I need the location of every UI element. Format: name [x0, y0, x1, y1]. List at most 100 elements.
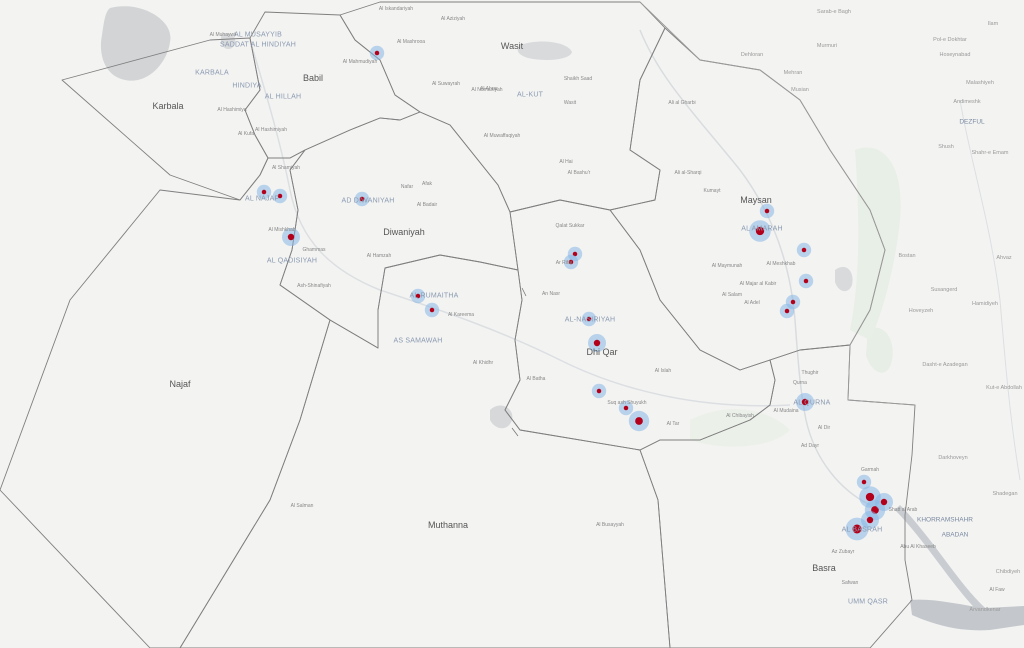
region-label-muthanna: Muthanna: [427, 520, 469, 530]
hotspot-core: [374, 50, 380, 56]
city-label-dezful: DEZFUL: [959, 118, 985, 126]
external-label: Dehloran: [740, 52, 764, 58]
town-label: Wasit: [563, 100, 577, 106]
hotspot-core: [287, 233, 295, 241]
town-label: Abu Al Khaseeb: [900, 544, 936, 550]
external-label: Bostan: [898, 253, 916, 259]
hotspot-core: [593, 339, 601, 347]
town-label: Suq ash Shuyukh: [607, 400, 647, 406]
town-label: An Nasr: [541, 291, 561, 297]
town-label: Al Dir: [817, 425, 831, 431]
town-label: Garmah: [860, 467, 880, 473]
external-label: Shadegan: [992, 491, 1018, 497]
city-label-ummqasr: UMM QASR: [847, 598, 889, 606]
town-label: Al Adel: [744, 300, 760, 306]
map-base: [0, 1, 1024, 648]
region-label-basra: Basra: [812, 563, 836, 573]
town-label: Al Hai: [559, 159, 573, 165]
external-label: Hoseynabad: [939, 52, 971, 58]
hotspot-core: [764, 208, 770, 214]
external-label: Murmuri: [816, 43, 838, 49]
town-label: Shaikh Saad: [563, 76, 593, 82]
boundary-karbala: [61, 37, 269, 201]
region-label-maysan: Maysan: [740, 195, 772, 205]
hotspot-core: [623, 405, 629, 411]
town-label: Ash-Shinafiyah: [297, 283, 331, 289]
town-label: Al Busayyah: [596, 522, 624, 528]
boundary-najaf: [0, 149, 331, 648]
town-label: Al Khidhr: [472, 360, 494, 366]
city-label-qurna: AL QURNA: [793, 399, 831, 407]
hotspot-core: [784, 308, 790, 314]
town-label: Al Chibayish: [726, 413, 754, 419]
external-label: Hamidiyeh: [972, 301, 998, 307]
town-label: Al Shamiyah: [271, 165, 301, 171]
hotspot-core: [261, 189, 267, 195]
boundary-muthanna: [179, 254, 671, 648]
town-label: Al Muhaywil: [209, 32, 237, 38]
heatmap-layer: [256, 45, 893, 541]
town-label: Al Mishkhab: [268, 227, 296, 233]
city-label-rumaitha: AL RUMAITHA: [409, 292, 459, 300]
hotspot-core: [429, 307, 435, 313]
town-label: Al Suwayrah: [431, 81, 461, 87]
city-label-amarah: AL AMARAH: [741, 225, 783, 233]
town-label: Qalat Sukkar: [555, 223, 585, 229]
town-label: Al Aziziyah: [440, 16, 466, 22]
town-label: Thughir: [801, 370, 819, 376]
province-boundaries: [0, 1, 916, 648]
city-label-khorramshahr: KHORRAMSHAHR: [917, 516, 973, 524]
external-label: Shahr-e Emam: [971, 150, 1009, 156]
border-ticks: [511, 287, 527, 437]
city-label-abadan: ABADAN: [941, 531, 969, 539]
external-label: Andimeshk: [953, 99, 981, 105]
town-label: Al Meshkhab: [766, 261, 796, 267]
hotspot-core: [803, 278, 809, 284]
town-label: Al Tar: [666, 421, 680, 427]
region-label-wasit: Wasit: [500, 41, 524, 51]
town-label: Al Iskandariyah: [378, 6, 414, 12]
external-label: Sarab-e Bagh: [817, 9, 851, 15]
city-label-najaf: AL NAJAF: [244, 195, 280, 203]
external-label: Arvandkenar: [969, 607, 1001, 613]
marsh-east: [835, 266, 853, 292]
region-label-karbala: Karbala: [152, 101, 184, 111]
town-label: Safwan: [841, 580, 859, 586]
external-label: Malashiyeh: [966, 80, 994, 86]
town-label: Al Hashimiya: [217, 107, 247, 113]
town-label: Al Salam: [721, 292, 743, 298]
town-label: Al Kareema: [447, 312, 475, 318]
map-canvas[interactable]: Karbala Babil Wasit Diwaniyah Maysan Dhi…: [0, 0, 1024, 648]
hotspot-core: [596, 388, 602, 394]
external-label: Dasht-e Azadegan: [922, 362, 968, 368]
city-label-diwaniyah: AD DIWANIYAH: [341, 197, 395, 205]
town-label: Ad Dayr: [800, 443, 820, 449]
green-strip-east: [850, 147, 901, 340]
town-label: Al Muwaffaqiyah: [483, 133, 521, 139]
town-label: Al Maymunah: [711, 263, 743, 269]
town-label: Al Ahrar: [480, 86, 498, 92]
city-label-samawah: AS SAMAWAH: [393, 337, 443, 345]
hotspot-core: [866, 516, 874, 524]
gulf-inlet: [910, 599, 1024, 631]
hotspot-core: [801, 247, 807, 253]
region-label-dhiqar: Dhi Qar: [586, 347, 618, 357]
town-label: Al Islah: [654, 368, 672, 374]
town-label: Kumayt: [703, 188, 721, 194]
town-label: Az Zubayr: [831, 549, 855, 555]
lake-razzaza: [100, 6, 171, 81]
town-label: Ghammas: [302, 247, 326, 253]
external-label: Shush: [938, 144, 954, 150]
city-label-hillah: AL HILLAH: [264, 93, 302, 101]
town-label: Ali al Gharbi: [668, 100, 696, 106]
lake-sawa: [490, 405, 513, 429]
external-label: Darkhoveyn: [938, 455, 968, 461]
town-label: Al Hashimiyah: [255, 127, 287, 133]
city-label-hindiya: HINDIYA: [232, 82, 262, 90]
town-label: Ar Rifai: [555, 260, 573, 266]
river-east: [959, 99, 1021, 481]
town-label: Afak: [421, 181, 433, 187]
lake-dalmaj: [517, 41, 572, 60]
town-label: Al Bashu'r: [567, 170, 591, 176]
city-label-karbala: KARBALA: [195, 69, 229, 77]
